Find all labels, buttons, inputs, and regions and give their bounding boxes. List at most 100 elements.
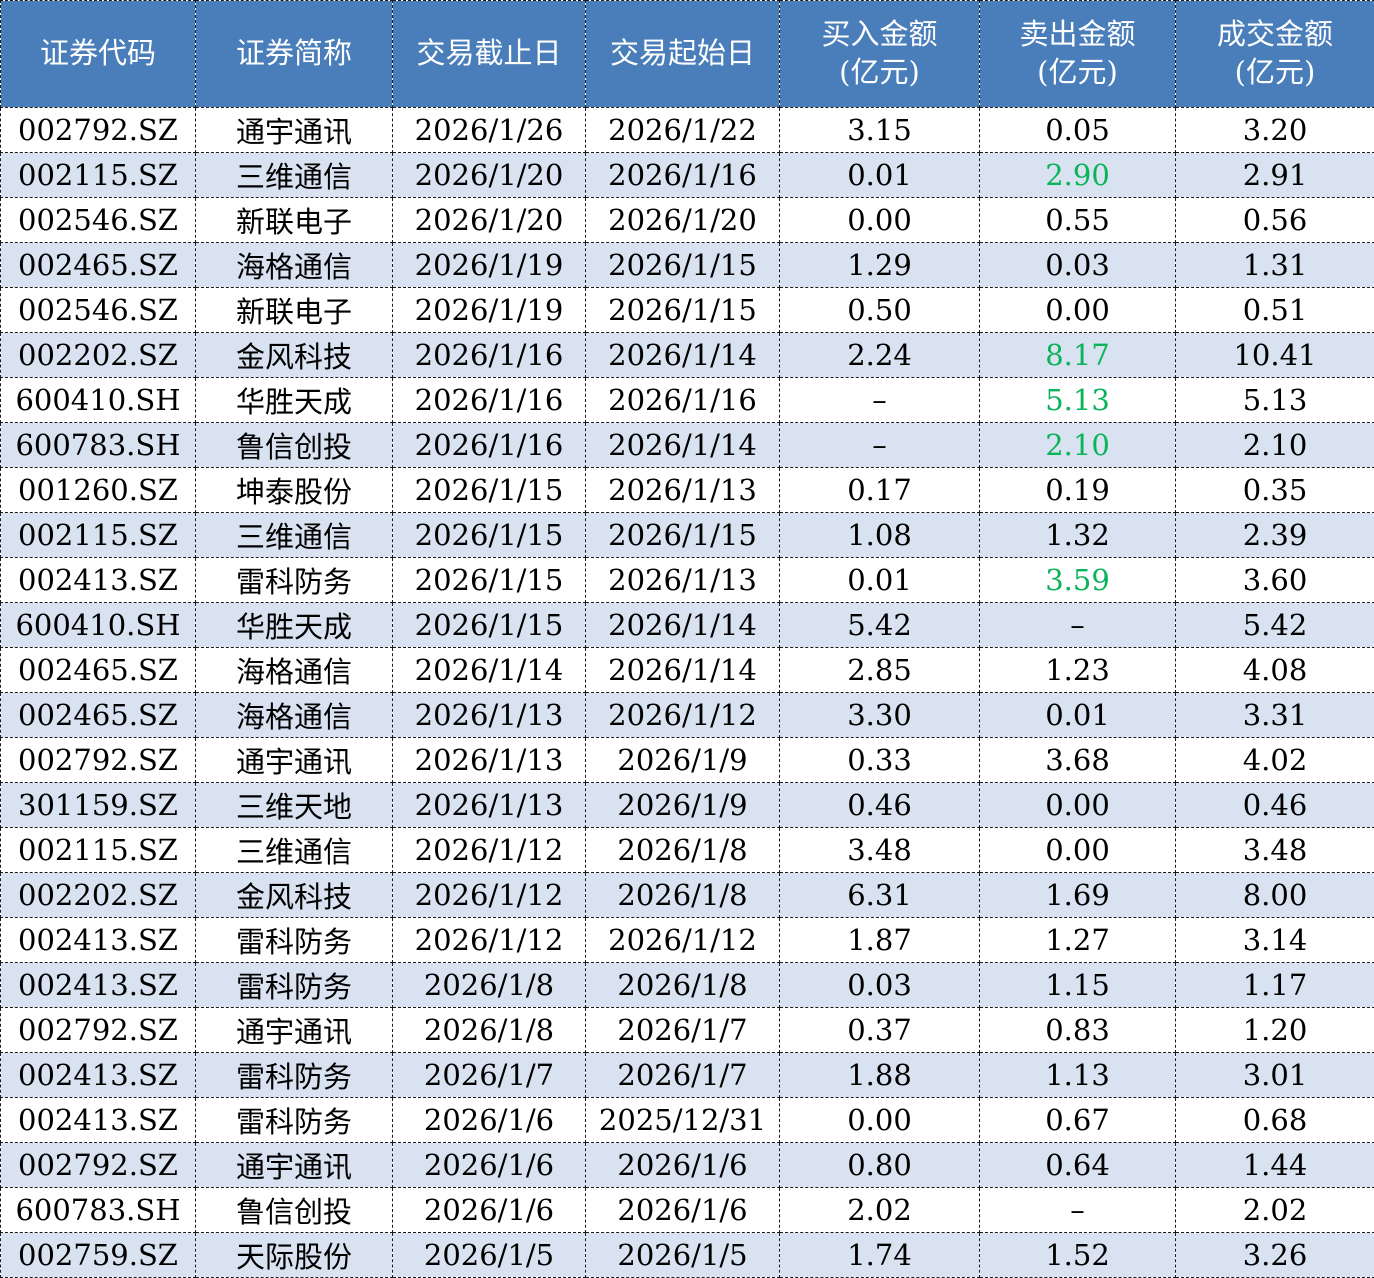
cell-total-amount: 3.31 bbox=[1176, 693, 1374, 738]
cell-start-date: 2026/1/14 bbox=[586, 333, 780, 378]
cell-end-date: 2026/1/8 bbox=[393, 963, 586, 1008]
cell-name: 通宇通讯 bbox=[196, 1143, 393, 1188]
cell-buy-amount: 0.17 bbox=[780, 468, 980, 513]
cell-code: 002546.SZ bbox=[1, 198, 196, 243]
cell-sell-amount: 1.13 bbox=[980, 1053, 1176, 1098]
cell-start-date: 2025/12/31 bbox=[586, 1098, 780, 1143]
cell-start-date: 2026/1/15 bbox=[586, 243, 780, 288]
cell-total-amount: 3.14 bbox=[1176, 918, 1374, 963]
cell-sell-amount: 0.67 bbox=[980, 1098, 1176, 1143]
cell-code: 002792.SZ bbox=[1, 1008, 196, 1053]
cell-code: 002115.SZ bbox=[1, 513, 196, 558]
cell-end-date: 2026/1/15 bbox=[393, 603, 586, 648]
table-row: 002115.SZ 三维通信 2026/1/20 2026/1/16 0.01 … bbox=[1, 153, 1374, 198]
cell-code: 002792.SZ bbox=[1, 108, 196, 153]
cell-sell-amount: 0.19 bbox=[980, 468, 1176, 513]
cell-start-date: 2026/1/5 bbox=[586, 1233, 780, 1278]
cell-start-date: 2026/1/14 bbox=[586, 423, 780, 468]
cell-start-date: 2026/1/15 bbox=[586, 288, 780, 333]
cell-code: 600783.SH bbox=[1, 1188, 196, 1233]
col-header-name-label: 证券简称 bbox=[197, 35, 391, 73]
cell-end-date: 2026/1/8 bbox=[393, 1008, 586, 1053]
cell-start-date: 2026/1/13 bbox=[586, 558, 780, 603]
cell-start-date: 2026/1/16 bbox=[586, 378, 780, 423]
cell-total-amount: 3.20 bbox=[1176, 108, 1374, 153]
col-header-code-label: 证券代码 bbox=[2, 35, 194, 73]
cell-buy-amount: 0.00 bbox=[780, 198, 980, 243]
cell-sell-amount: 0.03 bbox=[980, 243, 1176, 288]
cell-code: 002465.SZ bbox=[1, 648, 196, 693]
cell-code: 002413.SZ bbox=[1, 963, 196, 1008]
cell-name: 三维天地 bbox=[196, 783, 393, 828]
table-row: 600783.SH 鲁信创投 2026/1/6 2026/1/6 2.02 – … bbox=[1, 1188, 1374, 1233]
col-header-end-date: 交易截止日 bbox=[393, 1, 586, 108]
cell-total-amount: 2.10 bbox=[1176, 423, 1374, 468]
table-row: 002759.SZ 天际股份 2026/1/5 2026/1/5 1.74 1.… bbox=[1, 1233, 1374, 1278]
cell-start-date: 2026/1/6 bbox=[586, 1143, 780, 1188]
col-header-buy-unit: (亿元) bbox=[781, 54, 978, 92]
cell-total-amount: 0.56 bbox=[1176, 198, 1374, 243]
cell-end-date: 2026/1/20 bbox=[393, 153, 586, 198]
cell-end-date: 2026/1/6 bbox=[393, 1098, 586, 1143]
cell-buy-amount: 2.24 bbox=[780, 333, 980, 378]
cell-sell-amount: 0.83 bbox=[980, 1008, 1176, 1053]
table-row: 002115.SZ 三维通信 2026/1/15 2026/1/15 1.08 … bbox=[1, 513, 1374, 558]
cell-total-amount: 5.13 bbox=[1176, 378, 1374, 423]
cell-end-date: 2026/1/13 bbox=[393, 693, 586, 738]
cell-start-date: 2026/1/9 bbox=[586, 783, 780, 828]
table-row: 002792.SZ 通宇通讯 2026/1/8 2026/1/7 0.37 0.… bbox=[1, 1008, 1374, 1053]
cell-sell-amount: – bbox=[980, 603, 1176, 648]
cell-name: 海格通信 bbox=[196, 648, 393, 693]
cell-name: 通宇通讯 bbox=[196, 738, 393, 783]
cell-buy-amount: 0.00 bbox=[780, 1098, 980, 1143]
cell-start-date: 2026/1/12 bbox=[586, 918, 780, 963]
cell-buy-amount: 5.42 bbox=[780, 603, 980, 648]
cell-end-date: 2026/1/15 bbox=[393, 513, 586, 558]
cell-total-amount: 1.17 bbox=[1176, 963, 1374, 1008]
cell-total-amount: 4.02 bbox=[1176, 738, 1374, 783]
cell-total-amount: 0.46 bbox=[1176, 783, 1374, 828]
cell-buy-amount: 1.29 bbox=[780, 243, 980, 288]
cell-sell-amount: 1.15 bbox=[980, 963, 1176, 1008]
cell-total-amount: 3.60 bbox=[1176, 558, 1374, 603]
cell-name: 三维通信 bbox=[196, 153, 393, 198]
col-header-sell-label: 卖出金额 bbox=[981, 16, 1174, 54]
cell-sell-amount: 3.68 bbox=[980, 738, 1176, 783]
header-row: 证券代码 证券简称 交易截止日 交易起始日 买入金额 (亿元) 卖出金额 (亿元… bbox=[1, 1, 1374, 108]
cell-start-date: 2026/1/6 bbox=[586, 1188, 780, 1233]
cell-start-date: 2026/1/14 bbox=[586, 648, 780, 693]
cell-sell-amount: 2.10 bbox=[980, 423, 1176, 468]
cell-end-date: 2026/1/15 bbox=[393, 558, 586, 603]
cell-total-amount: 3.01 bbox=[1176, 1053, 1374, 1098]
cell-end-date: 2026/1/26 bbox=[393, 108, 586, 153]
cell-buy-amount: 3.48 bbox=[780, 828, 980, 873]
col-header-total-label: 成交金额 bbox=[1177, 16, 1373, 54]
table-row: 600410.SH 华胜天成 2026/1/16 2026/1/16 – 5.1… bbox=[1, 378, 1374, 423]
cell-code: 002202.SZ bbox=[1, 873, 196, 918]
cell-name: 金风科技 bbox=[196, 873, 393, 918]
cell-code: 002792.SZ bbox=[1, 738, 196, 783]
cell-total-amount: 1.20 bbox=[1176, 1008, 1374, 1053]
cell-sell-amount: 1.32 bbox=[980, 513, 1176, 558]
cell-buy-amount: 0.50 bbox=[780, 288, 980, 333]
cell-start-date: 2026/1/8 bbox=[586, 963, 780, 1008]
cell-buy-amount: 0.03 bbox=[780, 963, 980, 1008]
cell-end-date: 2026/1/6 bbox=[393, 1188, 586, 1233]
cell-buy-amount: 0.01 bbox=[780, 558, 980, 603]
cell-buy-amount: 2.85 bbox=[780, 648, 980, 693]
cell-name: 华胜天成 bbox=[196, 603, 393, 648]
col-header-end-date-label: 交易截止日 bbox=[394, 35, 584, 73]
col-header-start-date: 交易起始日 bbox=[586, 1, 780, 108]
cell-start-date: 2026/1/20 bbox=[586, 198, 780, 243]
cell-name: 雷科防务 bbox=[196, 963, 393, 1008]
cell-name: 通宇通讯 bbox=[196, 108, 393, 153]
cell-end-date: 2026/1/13 bbox=[393, 783, 586, 828]
cell-start-date: 2026/1/8 bbox=[586, 873, 780, 918]
cell-code: 002465.SZ bbox=[1, 243, 196, 288]
cell-total-amount: 5.42 bbox=[1176, 603, 1374, 648]
col-header-start-date-label: 交易起始日 bbox=[587, 35, 778, 73]
cell-name: 坤泰股份 bbox=[196, 468, 393, 513]
table-row: 001260.SZ 坤泰股份 2026/1/15 2026/1/13 0.17 … bbox=[1, 468, 1374, 513]
cell-start-date: 2026/1/7 bbox=[586, 1008, 780, 1053]
cell-end-date: 2026/1/7 bbox=[393, 1053, 586, 1098]
